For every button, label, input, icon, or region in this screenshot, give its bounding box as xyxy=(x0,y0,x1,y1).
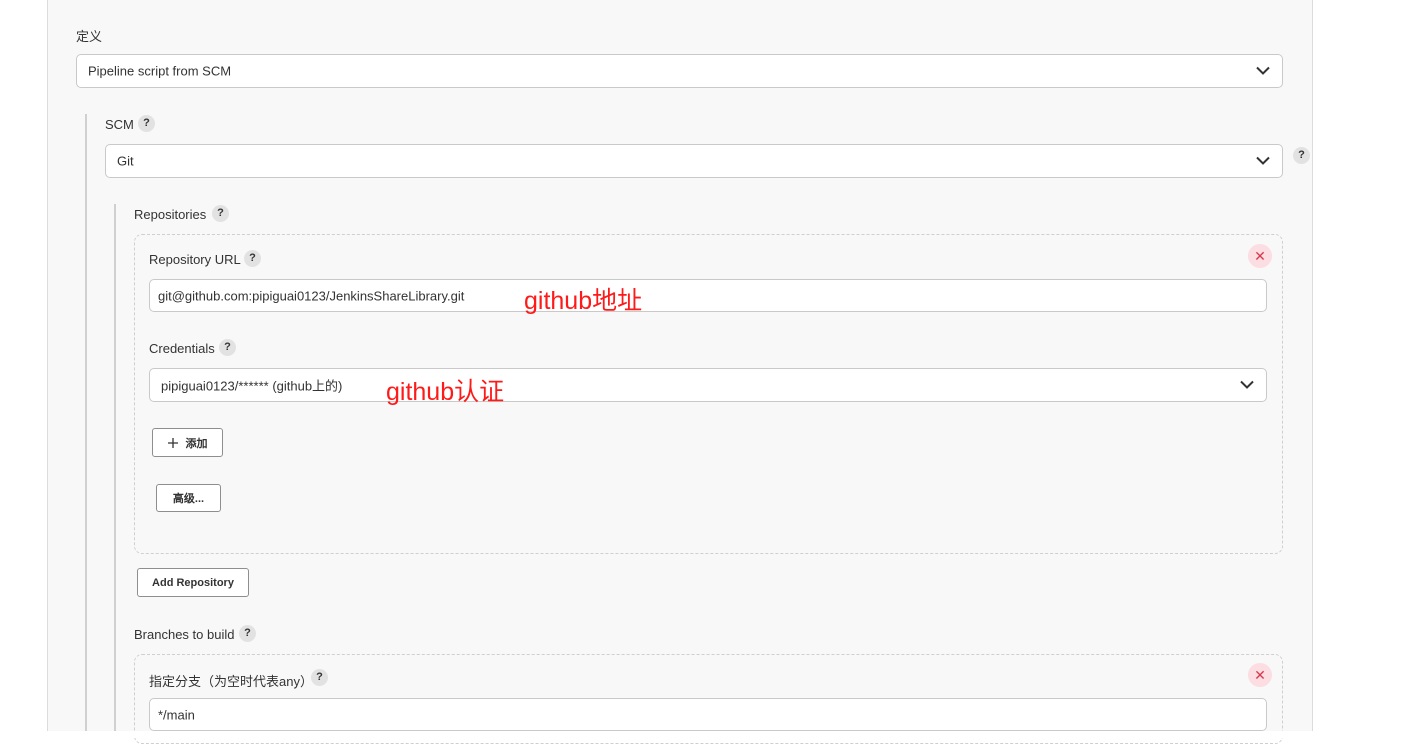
add-credentials-label: 添加 xyxy=(185,437,208,450)
branch-specifier-label: 指定分支（为空时代表any） xyxy=(149,674,313,689)
chevron-down-icon xyxy=(1256,156,1270,165)
repository-url-input[interactable]: git@github.com:pipiguai0123/JenkinsShare… xyxy=(149,279,1267,312)
repository-url-label: Repository URL xyxy=(149,252,241,267)
definition-label: 定义 xyxy=(76,29,103,44)
repositories-help-icon[interactable]: ? xyxy=(212,205,229,222)
credentials-selected-value: pipiguai0123/****** (github上的) xyxy=(161,378,343,394)
repositories-label: Repositories xyxy=(134,207,207,222)
definition-selected-value: Pipeline script from SCM xyxy=(88,63,232,79)
page-bottom-edge xyxy=(0,731,1417,738)
chevron-down-icon xyxy=(1240,380,1254,389)
git-help-icon[interactable]: ? xyxy=(1293,147,1310,164)
add-credentials-button[interactable]: 添加 xyxy=(152,428,223,457)
scm-section-rail xyxy=(85,114,87,731)
scm-label: SCM xyxy=(105,117,134,132)
chevron-down-icon xyxy=(1256,66,1270,75)
repository-url-value: git@github.com:pipiguai0123/JenkinsShare… xyxy=(158,288,465,303)
scm-selected-value: Git xyxy=(117,153,134,169)
branches-help-icon[interactable]: ? xyxy=(239,625,256,642)
credentials-label: Credentials xyxy=(149,341,215,356)
git-section-rail xyxy=(114,204,116,731)
advanced-button[interactable]: 高级... xyxy=(156,484,221,512)
credentials-help-icon[interactable]: ? xyxy=(219,339,236,356)
advanced-label: 高级... xyxy=(172,493,205,505)
branch-specifier-help-icon[interactable]: ? xyxy=(311,669,328,686)
credentials-annotation: github认证 xyxy=(386,378,505,406)
delete-branch-icon[interactable]: ✕ xyxy=(1248,663,1272,687)
branch-specifier-input[interactable]: */main xyxy=(149,698,1267,731)
url-annotation: github地址 xyxy=(524,287,643,315)
branch-specifier-value: */main xyxy=(158,707,195,722)
delete-repository-icon[interactable]: ✕ xyxy=(1248,244,1272,268)
credentials-select[interactable]: pipiguai0123/****** (github上的) xyxy=(149,368,1267,402)
add-repository-button[interactable]: Add Repository xyxy=(137,568,249,597)
repository-url-help-icon[interactable]: ? xyxy=(244,250,261,267)
plus-icon xyxy=(167,437,178,448)
scm-select[interactable]: Git xyxy=(105,144,1283,178)
add-repository-label: Add Repository xyxy=(152,576,234,589)
scm-help-icon[interactable]: ? xyxy=(138,115,155,132)
definition-select[interactable]: Pipeline script from SCM xyxy=(76,54,1283,88)
branches-label: Branches to build xyxy=(134,627,235,642)
